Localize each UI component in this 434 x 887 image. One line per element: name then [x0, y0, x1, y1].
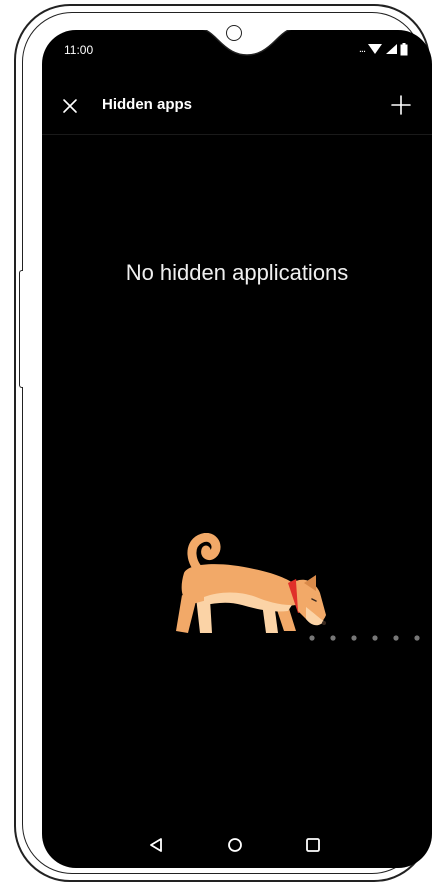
nav-home-button[interactable]	[226, 836, 244, 854]
app-toolbar: Hidden apps	[42, 82, 432, 135]
status-time: 11:00	[64, 43, 94, 57]
plus-icon	[391, 95, 411, 115]
signal-icon	[386, 44, 397, 54]
phone-side-button	[19, 270, 23, 388]
close-button[interactable]	[58, 94, 82, 118]
front-camera	[226, 25, 242, 41]
add-hidden-app-button[interactable]	[388, 92, 414, 118]
status-overflow: ...	[358, 43, 366, 55]
screen-notch	[202, 30, 292, 56]
close-icon	[63, 99, 77, 113]
recents-icon	[306, 838, 320, 852]
back-icon	[150, 838, 162, 852]
system-nav-bar	[42, 830, 432, 862]
empty-state-message: No hidden applications	[125, 260, 349, 285]
battery-icon	[400, 42, 408, 55]
nav-back-button[interactable]	[147, 836, 165, 854]
dog-sniffing-illustration	[176, 533, 326, 633]
status-icons: ...	[359, 42, 408, 56]
nav-recents-button[interactable]	[304, 836, 322, 854]
page-title: Hidden apps	[102, 96, 193, 113]
home-icon	[228, 838, 242, 852]
phone-screen: 11:00 ... Hidden apps No hidden applicat…	[42, 30, 432, 868]
wifi-icon	[368, 44, 382, 54]
scent-trail-dots	[309, 635, 420, 641]
